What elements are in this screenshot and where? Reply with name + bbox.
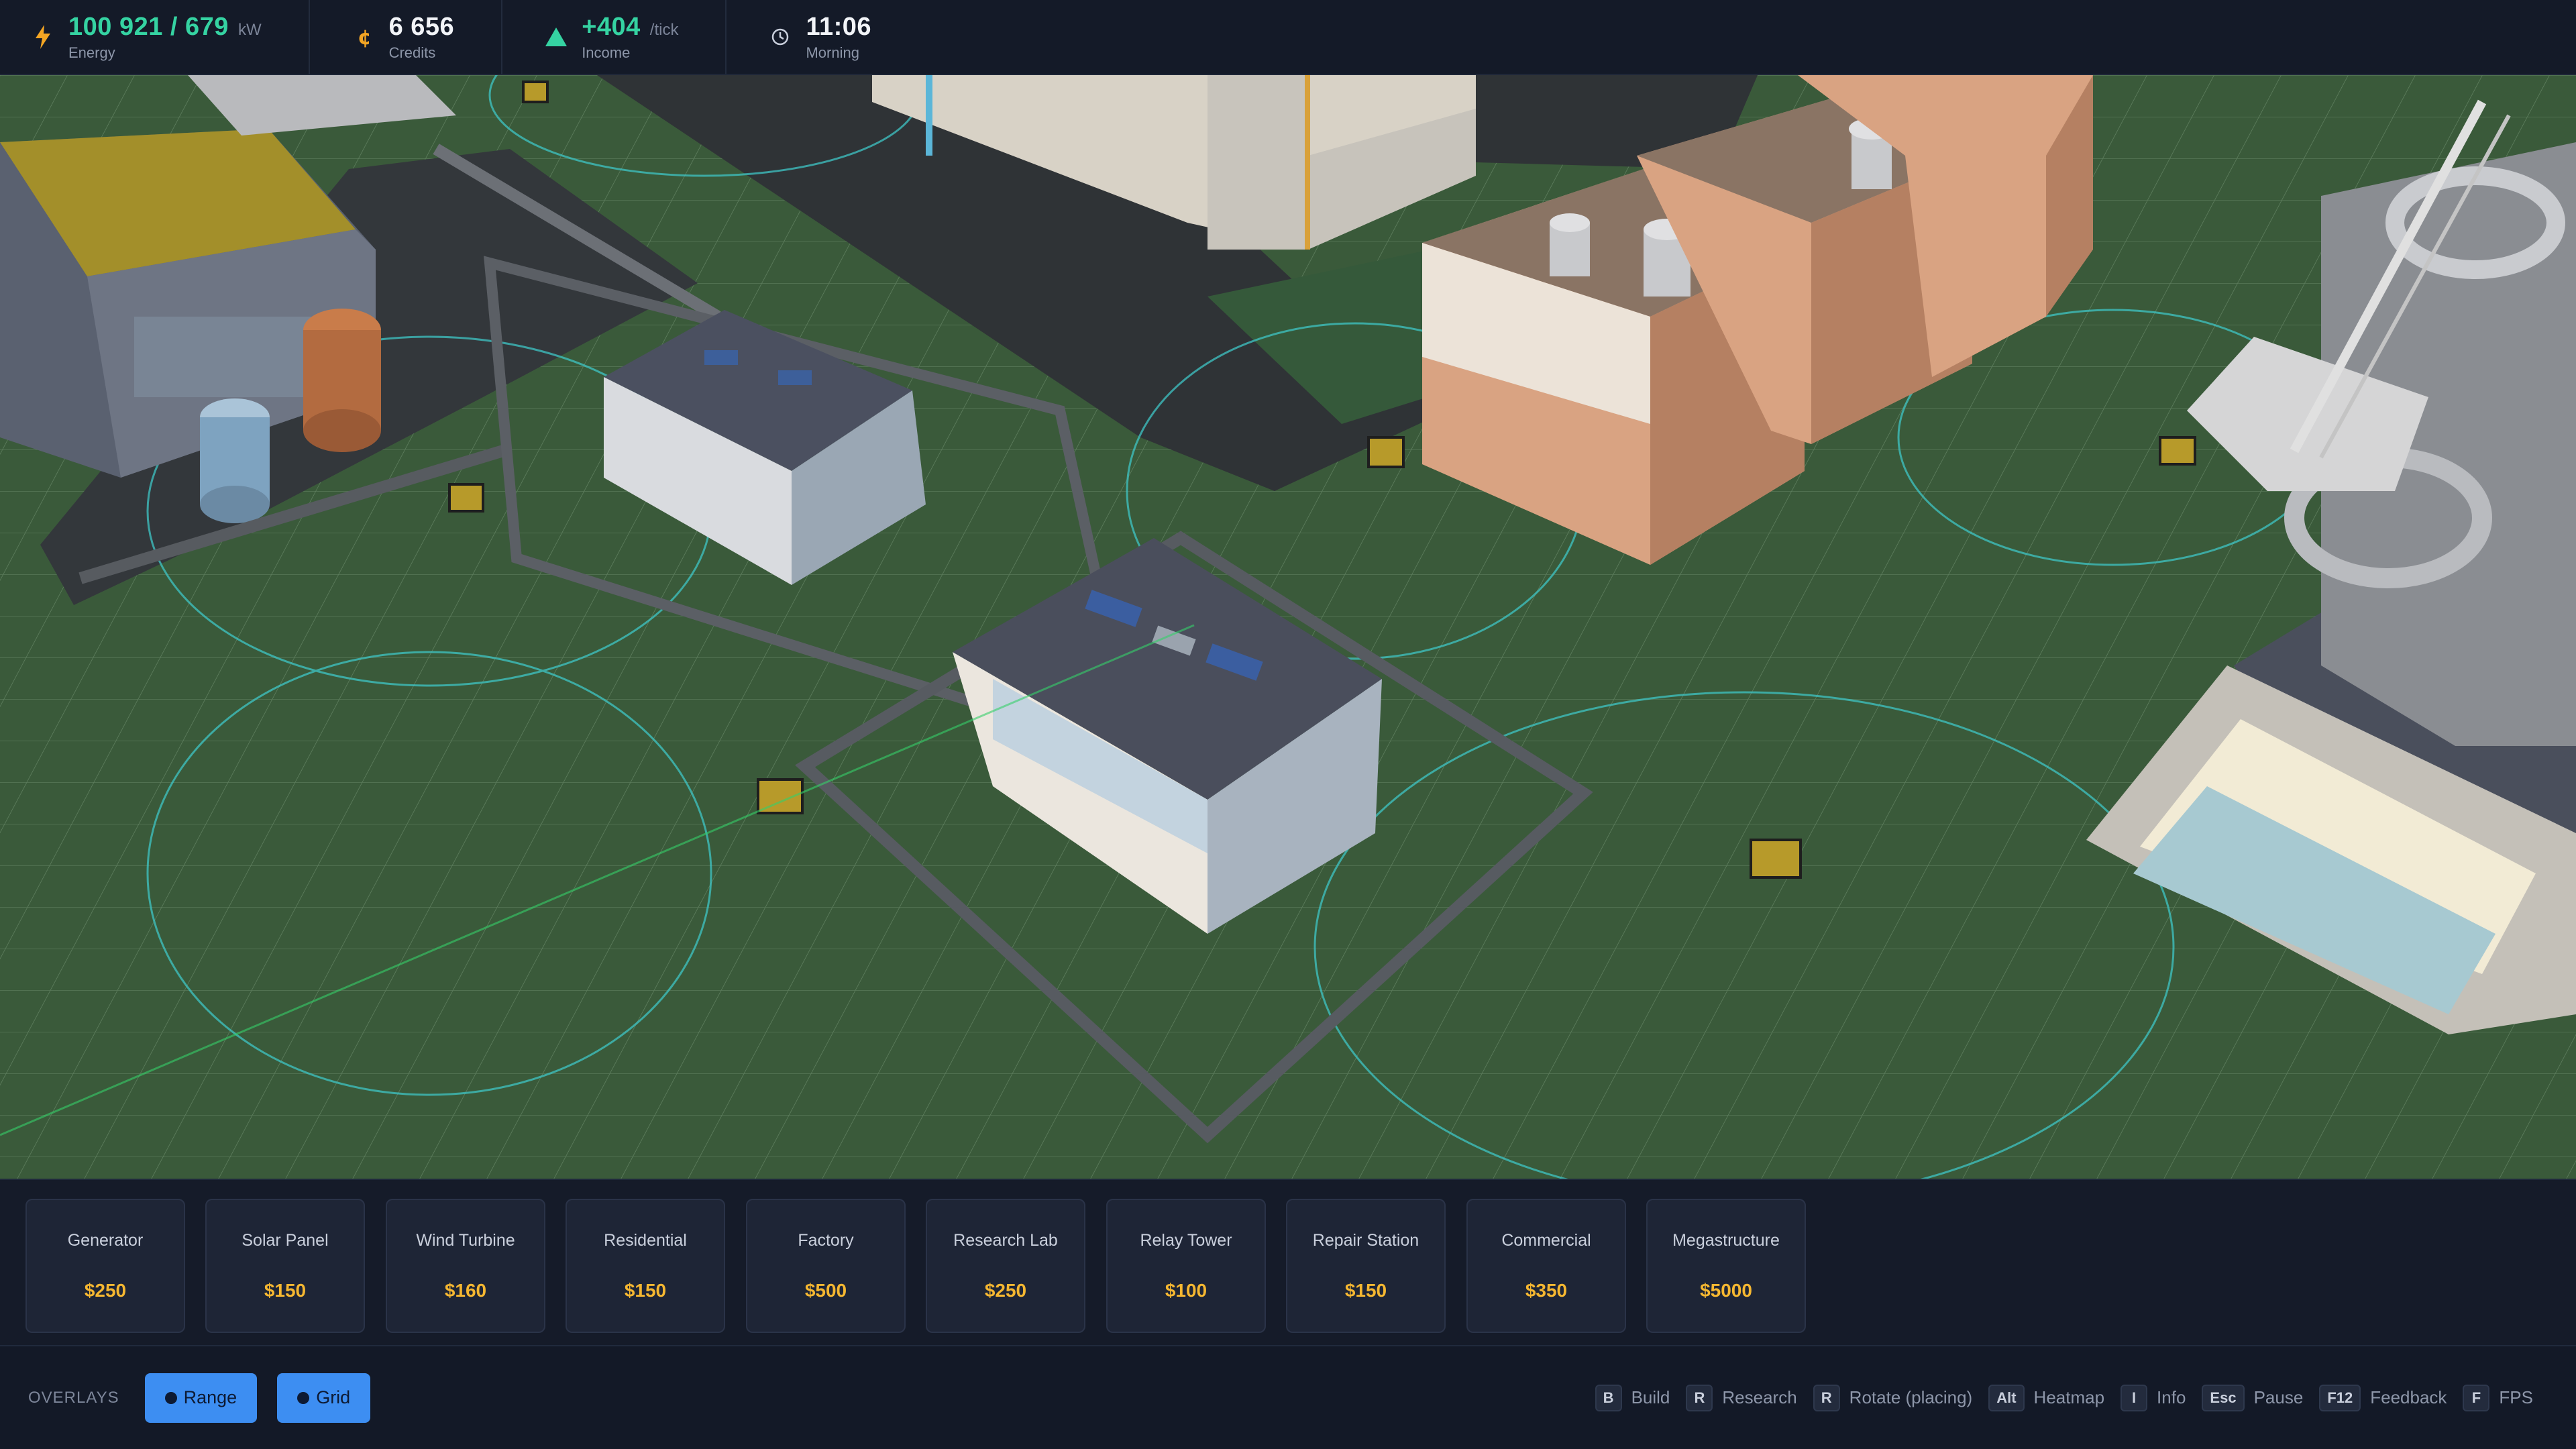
shortcut-fps-label: FPS bbox=[2499, 1387, 2533, 1407]
lightning-icon bbox=[30, 23, 56, 50]
build-card-research-lab[interactable]: Research Lab $250 bbox=[926, 1199, 1085, 1333]
key-research: R bbox=[1686, 1384, 1713, 1411]
build-card-name: Repair Station bbox=[1312, 1230, 1419, 1250]
build-card-price: $250 bbox=[984, 1279, 1027, 1301]
toggle-dot-icon bbox=[164, 1391, 177, 1404]
build-card-price: $500 bbox=[804, 1279, 847, 1301]
triangle-up-icon bbox=[543, 23, 570, 50]
build-card-price: $150 bbox=[624, 1279, 667, 1301]
shortcut-hints: B Build R Research R Rotate (placing) Al… bbox=[1595, 1346, 2549, 1449]
shortcut-research-label: Research bbox=[1722, 1387, 1797, 1407]
shortcut-feedback-label: Feedback bbox=[2370, 1387, 2447, 1407]
income-value: +404 bbox=[582, 12, 641, 41]
key-build: B bbox=[1595, 1384, 1622, 1411]
coin-icon: ¢ bbox=[350, 23, 377, 50]
overlay-range-button[interactable]: Range bbox=[144, 1373, 258, 1423]
key-info: I bbox=[2121, 1384, 2148, 1411]
credits-label: Credits bbox=[388, 44, 436, 61]
key-rotate: R bbox=[1813, 1384, 1840, 1411]
build-card-relay-tower[interactable]: Relay Tower $100 bbox=[1106, 1199, 1266, 1333]
key-fps: F bbox=[2463, 1384, 2490, 1411]
build-card-name: Research Lab bbox=[953, 1230, 1058, 1250]
build-card-name: Relay Tower bbox=[1140, 1230, 1232, 1250]
build-card-price: $250 bbox=[84, 1279, 127, 1301]
overlay-grid-button[interactable]: Grid bbox=[277, 1373, 371, 1423]
key-heatmap: Alt bbox=[1988, 1384, 2025, 1411]
overlay-grid-label: Grid bbox=[316, 1387, 351, 1407]
key-pause: Esc bbox=[2202, 1384, 2245, 1411]
build-card-commercial[interactable]: Commercial $350 bbox=[1466, 1199, 1626, 1333]
energy-value: 100 921 / 679 bbox=[68, 12, 229, 41]
shortcut-info-label: Info bbox=[2157, 1387, 2186, 1407]
build-card-name: Residential bbox=[604, 1230, 687, 1250]
build-card-wind-turbine[interactable]: Wind Turbine $160 bbox=[386, 1199, 545, 1333]
shortcut-pause-label: Pause bbox=[2253, 1387, 2304, 1407]
build-card-repair-station[interactable]: Repair Station $150 bbox=[1286, 1199, 1446, 1333]
build-card-name: Factory bbox=[798, 1230, 854, 1250]
build-card-solar-panel[interactable]: Solar Panel $150 bbox=[205, 1199, 365, 1333]
shortcut-rotate-label: Rotate (placing) bbox=[1849, 1387, 1973, 1407]
game-viewport[interactable] bbox=[0, 75, 2576, 1179]
income-stat: +404 /tick Income bbox=[543, 0, 727, 74]
time-stat: 11:06 Morning bbox=[767, 0, 918, 74]
build-card-price: $100 bbox=[1165, 1279, 1208, 1301]
energy-unit: kW bbox=[237, 20, 262, 39]
time-value: 11:06 bbox=[806, 12, 872, 41]
build-card-factory[interactable]: Factory $500 bbox=[746, 1199, 906, 1333]
build-card-name: Commercial bbox=[1501, 1230, 1591, 1250]
build-card-name: Solar Panel bbox=[241, 1230, 329, 1250]
energy-stat: 100 921 / 679 kW Energy bbox=[30, 0, 310, 74]
build-card-price: $150 bbox=[264, 1279, 307, 1301]
top-hud: 100 921 / 679 kW Energy ¢ 6 656 Credits … bbox=[0, 0, 2576, 75]
clock-icon bbox=[767, 23, 794, 50]
build-card-price: $5000 bbox=[1700, 1279, 1752, 1301]
build-card-name: Megastructure bbox=[1672, 1230, 1780, 1250]
build-bar: Generator $250 Solar Panel $150 Wind Tur… bbox=[0, 1179, 2576, 1346]
key-feedback: F12 bbox=[2319, 1384, 2361, 1411]
build-card-price: $150 bbox=[1344, 1279, 1387, 1301]
income-unit: /tick bbox=[649, 20, 679, 39]
build-card-generator[interactable]: Generator $250 bbox=[25, 1199, 185, 1333]
credits-stat: ¢ 6 656 Credits bbox=[350, 0, 503, 74]
toggle-dot-icon bbox=[297, 1391, 310, 1404]
income-label: Income bbox=[582, 44, 631, 61]
build-card-name: Wind Turbine bbox=[416, 1230, 515, 1250]
build-card-name: Generator bbox=[67, 1230, 144, 1250]
credits-value: 6 656 bbox=[388, 12, 455, 41]
time-label: Morning bbox=[806, 44, 859, 61]
shortcut-build-label: Build bbox=[1631, 1387, 1670, 1407]
energy-label: Energy bbox=[68, 44, 115, 61]
svg-text:¢: ¢ bbox=[358, 26, 372, 48]
build-card-price: $160 bbox=[444, 1279, 487, 1301]
shortcut-heatmap-label: Heatmap bbox=[2033, 1387, 2105, 1407]
overlays-label: OVERLAYS bbox=[28, 1388, 119, 1407]
footer-bar: OVERLAYS Range Grid B Build R Research R… bbox=[0, 1346, 2576, 1449]
build-card-megastructure[interactable]: Megastructure $5000 bbox=[1646, 1199, 1806, 1333]
overlay-range-label: Range bbox=[183, 1387, 237, 1407]
build-card-residential[interactable]: Residential $150 bbox=[566, 1199, 725, 1333]
build-card-price: $350 bbox=[1525, 1279, 1568, 1301]
